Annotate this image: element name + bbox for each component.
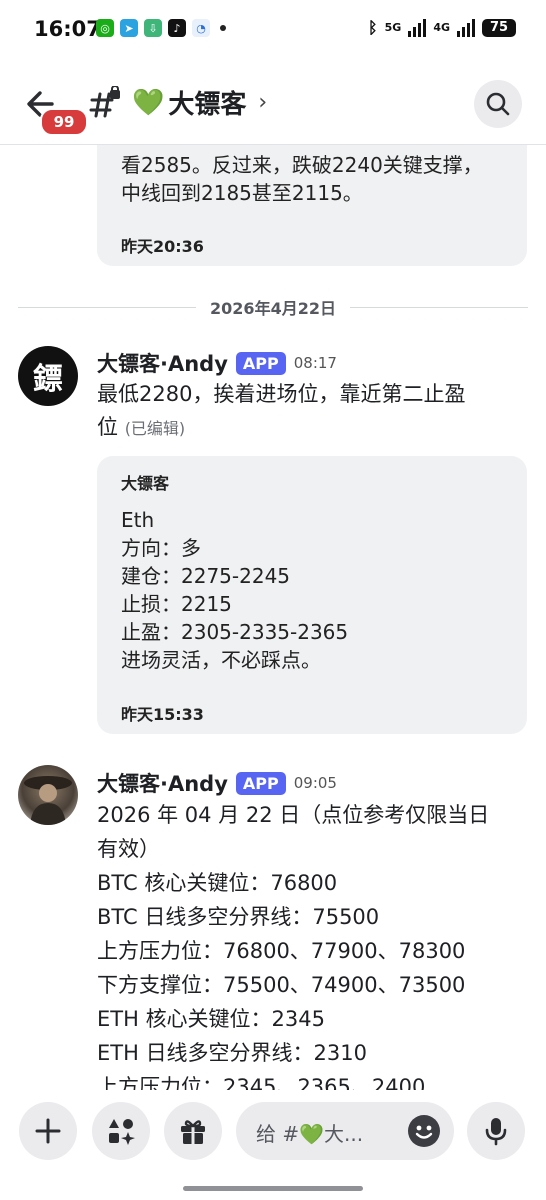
message-line: 下方支撑位：75500、74900、73500 xyxy=(97,973,466,997)
message-line: 上方压力位：2345、2365、2400 xyxy=(97,1075,426,1090)
message-text: 最低2280，挨着进场位，靠近第二止盈 位 (已编辑) xyxy=(97,378,527,445)
date-divider: 2026年4月22日 xyxy=(18,295,528,319)
embed-line: 止盈：2305-2335-2365 xyxy=(121,620,349,644)
date-divider-label: 2026年4月22日 xyxy=(210,299,336,318)
message-line: 最低2280，挨着进场位，靠近第二止盈 xyxy=(97,382,466,406)
tiktok-icon: ♪ xyxy=(168,19,186,37)
status-bar: 16:07 ◎ ➤ ⇩ ♪ ◔ ᛒ 5G 4G 75 xyxy=(0,0,546,60)
more-notifications-icon xyxy=(220,25,226,31)
message-line: BTC 核心关键位：76800 xyxy=(97,871,338,895)
embed-line: 中线回到2185甚至2115。 xyxy=(121,181,363,205)
channel-title[interactable]: 💚 大镖客 › xyxy=(132,84,267,121)
message-time: 08:17 xyxy=(293,354,337,372)
embed-time: 昨天20:36 xyxy=(121,237,204,256)
search-button[interactable] xyxy=(474,80,522,128)
channel-emoji: 💚 xyxy=(132,87,165,118)
add-button[interactable] xyxy=(19,1102,77,1160)
apps-icon xyxy=(109,1119,135,1145)
search-icon xyxy=(486,92,510,116)
emoji-face-icon xyxy=(415,1125,433,1139)
status-right: ᛒ 5G 4G 75 xyxy=(368,18,516,37)
unread-badge: 99 xyxy=(40,108,88,136)
message-header: 大镖客·Andy APP 09:05 xyxy=(97,768,337,798)
app-tag: APP xyxy=(235,351,286,375)
battery-level: 75 xyxy=(482,18,516,37)
embed-line: 方向：多 xyxy=(121,536,201,560)
message-list[interactable]: 看2585。反过来，跌破2240关键支撑， 中线回到2185甚至2115。 昨天… xyxy=(0,145,546,1090)
message-line: 有效） xyxy=(97,837,160,861)
channel-header: 99 💚 大镖客 › xyxy=(0,62,546,145)
avatar-photo-icon xyxy=(24,776,72,825)
message-line: ETH 核心关键位：2345 xyxy=(97,1007,326,1031)
message-text: 2026 年 04 月 22 日（点位参考仅限当日 有效） BTC 核心关键位：… xyxy=(97,798,527,1090)
microphone-icon xyxy=(485,1118,507,1146)
message-line: 上方压力位：76800、77900、78300 xyxy=(97,939,466,963)
status-time: 16:07 xyxy=(34,17,101,41)
browser-icon: ◔ xyxy=(192,19,210,37)
avatar[interactable]: 鏢 xyxy=(18,346,78,406)
gift-icon xyxy=(181,1120,205,1144)
embed-line: 建仓：2275-2245 xyxy=(121,564,291,588)
app-tag: APP xyxy=(235,771,286,795)
signal-icon xyxy=(408,18,427,37)
bluetooth-icon: ᛒ xyxy=(368,18,378,37)
embed-author: 大镖客 xyxy=(121,474,170,493)
author-name[interactable]: 大镖客·Andy xyxy=(97,768,228,798)
embed-line: 看2585。反过来，跌破2240关键支撑， xyxy=(121,153,483,177)
apps-button[interactable] xyxy=(92,1102,150,1160)
avatar[interactable] xyxy=(18,765,78,825)
channel-name: 大镖客 xyxy=(168,90,247,120)
telegram-icon: ➤ xyxy=(120,19,138,37)
network-5g: 5G xyxy=(384,21,402,34)
message-line: 位 xyxy=(97,415,118,439)
chevron-right-icon: › xyxy=(258,90,268,115)
message-line: BTC 日线多空分界线：75500 xyxy=(97,905,380,929)
embed-line: Eth xyxy=(121,508,155,532)
message-input-placeholder: 给 #💚大... xyxy=(256,1122,364,1146)
locked-hash-icon xyxy=(89,86,120,118)
notification-icons: ◎ ➤ ⇩ ♪ ◔ xyxy=(96,19,226,37)
author-name[interactable]: 大镖客·Andy xyxy=(97,348,228,378)
avatar-logo: 鏢 xyxy=(33,362,63,397)
embed-line: 进场灵活，不必踩点。 xyxy=(121,648,321,672)
edited-label: (已编辑) xyxy=(124,419,186,438)
message-line: 2026 年 04 月 22 日（点位参考仅限当日 xyxy=(97,803,490,827)
wechat-icon: ◎ xyxy=(96,19,114,37)
message-line: ETH 日线多空分界线：2310 xyxy=(97,1041,368,1065)
top-embed: 看2585。反过来，跌破2240关键支撑， 中线回到2185甚至2115。 昨天… xyxy=(97,145,527,266)
voice-button[interactable] xyxy=(467,1102,525,1160)
network-4g: 4G xyxy=(433,21,450,34)
embed-time: 昨天15:33 xyxy=(121,705,204,724)
download-icon: ⇩ xyxy=(144,19,162,37)
message-header: 大镖客·Andy APP 08:17 xyxy=(97,348,337,378)
embed-line: 止损：2215 xyxy=(121,592,232,616)
message-time: 09:05 xyxy=(293,774,337,792)
signal-icon-2 xyxy=(457,18,475,37)
emoji-icon[interactable] xyxy=(408,1115,440,1147)
message-input[interactable]: 给 #💚大... xyxy=(236,1102,454,1160)
gift-button[interactable] xyxy=(164,1102,222,1160)
message-embed: 大镖客 Eth 方向：多 建仓：2275-2245 止损：2215 止盈：230… xyxy=(97,456,527,734)
plus-icon xyxy=(35,1118,61,1144)
home-indicator[interactable] xyxy=(183,1186,363,1191)
composer-bar: 给 #💚大... xyxy=(0,1090,546,1200)
